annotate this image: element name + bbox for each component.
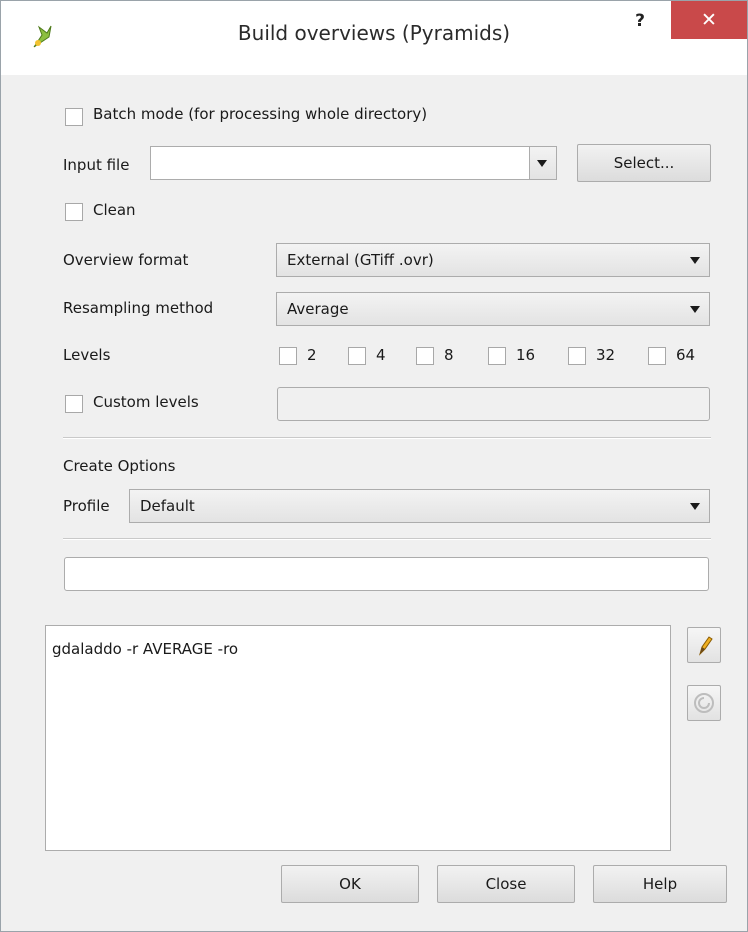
overview-format-select[interactable]: External (GTiff .ovr) — [276, 243, 710, 277]
chevron-down-icon — [681, 490, 709, 522]
custom-levels-checkbox[interactable] — [65, 395, 83, 413]
help-button[interactable]: Help — [593, 865, 727, 903]
input-file-field[interactable] — [150, 146, 531, 180]
level-8-label: 8 — [444, 346, 454, 364]
title-bar: Build overviews (Pyramids) ? ✕ — [1, 1, 747, 75]
profile-select[interactable]: Default — [129, 489, 710, 523]
level-4-label: 4 — [376, 346, 386, 364]
chevron-down-icon — [681, 244, 709, 276]
resampling-method-select[interactable]: Average — [276, 292, 710, 326]
level-2-label: 2 — [307, 346, 317, 364]
ok-button[interactable]: OK — [281, 865, 419, 903]
input-file-label: Input file — [63, 156, 130, 174]
batch-mode-label: Batch mode (for processing whole directo… — [93, 105, 428, 123]
clean-label: Clean — [93, 201, 136, 219]
window-close-button[interactable]: ✕ — [671, 1, 747, 39]
input-file-dropdown[interactable] — [529, 146, 557, 180]
reset-icon — [694, 693, 714, 713]
custom-levels-field[interactable] — [277, 387, 710, 421]
chevron-down-icon — [681, 293, 709, 325]
resampling-method-label: Resampling method — [63, 299, 214, 317]
levels-label: Levels — [63, 346, 111, 364]
custom-levels-label: Custom levels — [93, 393, 199, 411]
create-options-field[interactable] — [64, 557, 709, 591]
close-button[interactable]: Close — [437, 865, 575, 903]
select-file-button[interactable]: Select... — [577, 144, 711, 182]
clean-checkbox[interactable] — [65, 203, 83, 221]
profile-label: Profile — [63, 497, 110, 515]
separator — [63, 538, 711, 540]
separator — [63, 437, 711, 439]
level-64-label: 64 — [676, 346, 696, 364]
level-16-label: 16 — [516, 346, 536, 364]
reset-command-button[interactable] — [687, 685, 721, 721]
chevron-down-icon — [528, 147, 556, 179]
command-text: gdaladdo -r AVERAGE -ro — [52, 640, 239, 658]
overview-format-value: External (GTiff .ovr) — [287, 251, 434, 269]
profile-value: Default — [140, 497, 195, 515]
level-64-checkbox[interactable] — [648, 347, 666, 365]
level-16-checkbox[interactable] — [488, 347, 506, 365]
level-32-checkbox[interactable] — [568, 347, 586, 365]
level-4-checkbox[interactable] — [348, 347, 366, 365]
batch-mode-checkbox[interactable] — [65, 108, 83, 126]
build-overviews-dialog: Build overviews (Pyramids) ? ✕ Batch mod… — [0, 0, 748, 932]
resampling-method-value: Average — [287, 300, 349, 318]
level-2-checkbox[interactable] — [279, 347, 297, 365]
level-32-label: 32 — [596, 346, 616, 364]
help-question-button[interactable]: ? — [625, 11, 655, 39]
pencil-icon — [698, 636, 713, 656]
edit-command-button[interactable] — [687, 627, 721, 663]
level-8-checkbox[interactable] — [416, 347, 434, 365]
overview-format-label: Overview format — [63, 251, 189, 269]
create-options-heading: Create Options — [63, 457, 176, 475]
command-text-area[interactable]: gdaladdo -r AVERAGE -ro — [45, 625, 671, 851]
